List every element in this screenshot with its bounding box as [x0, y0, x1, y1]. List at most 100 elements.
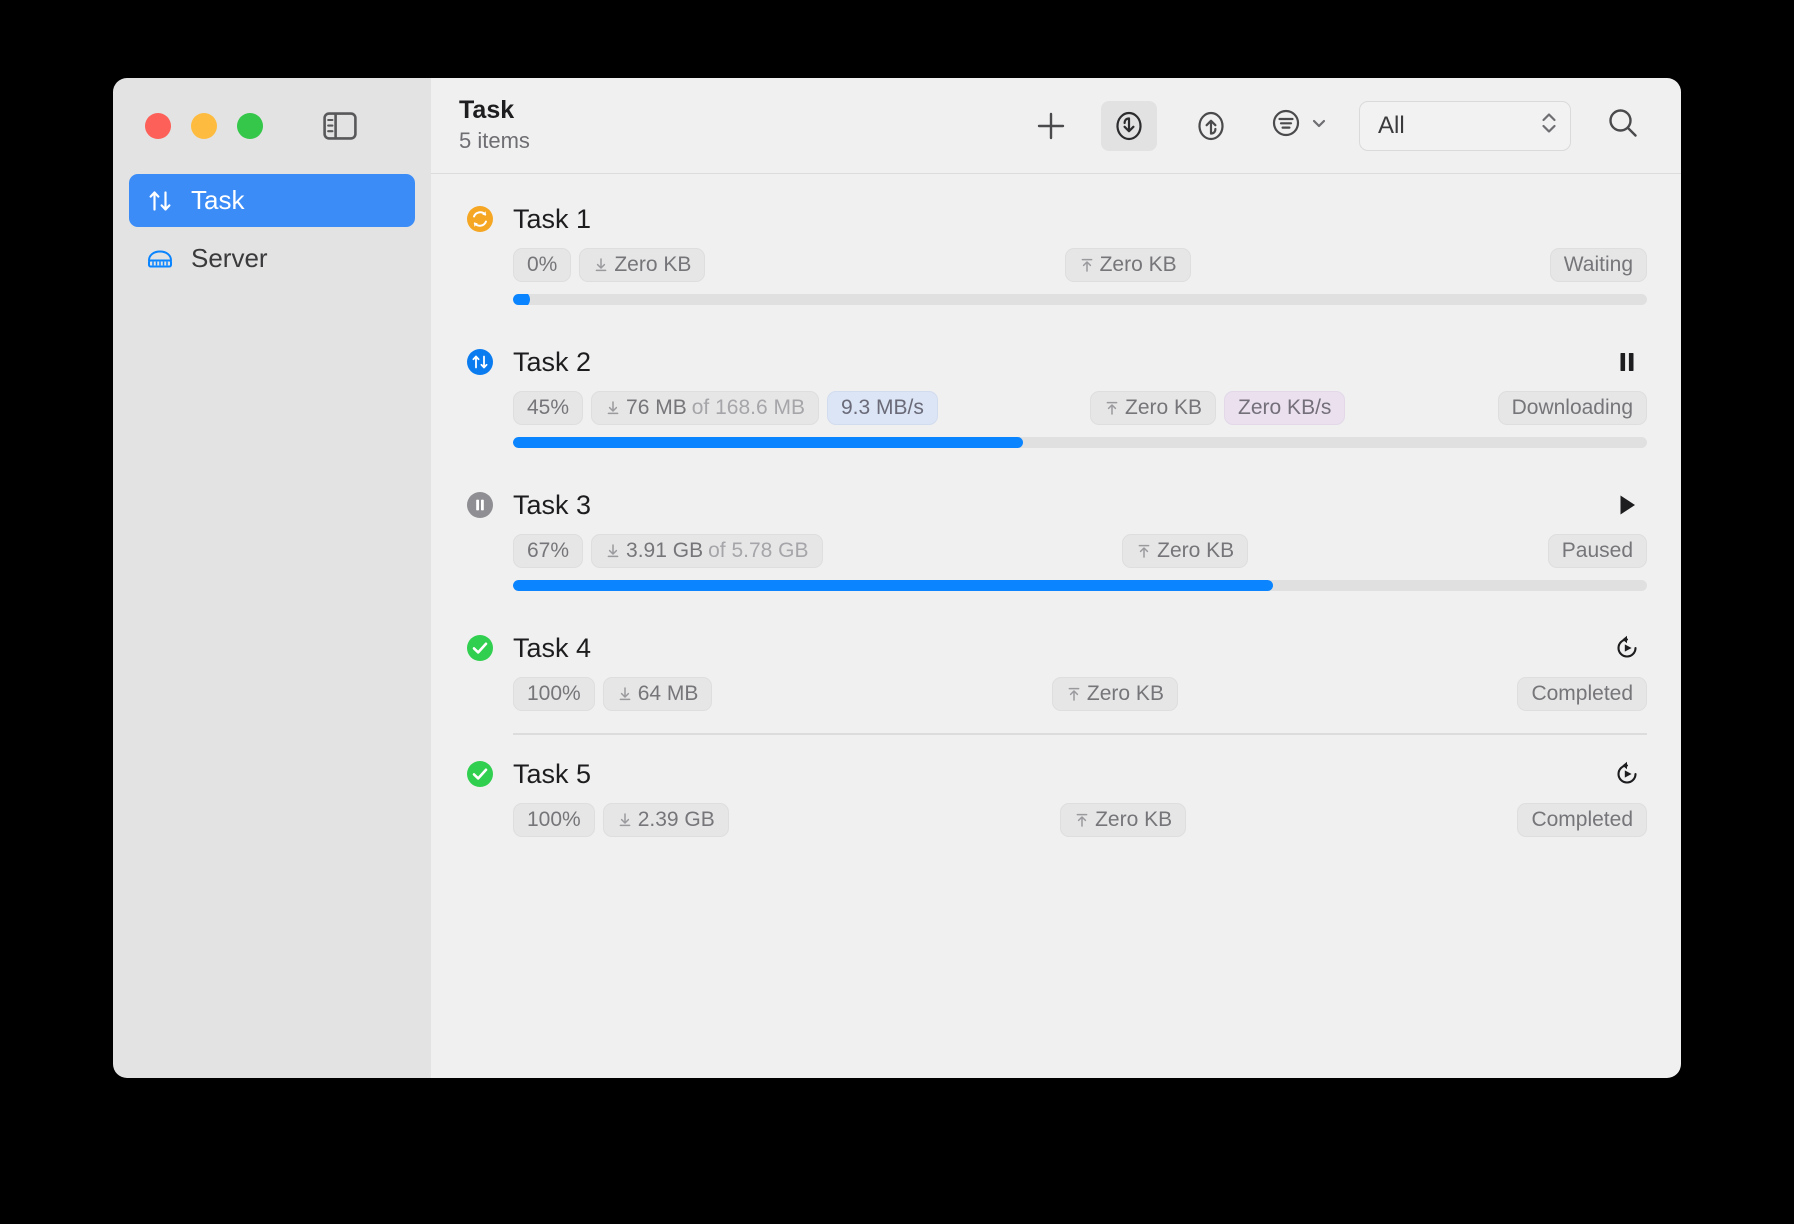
upload-badge: Zero KB	[1122, 534, 1249, 568]
filter-downloads-button[interactable]	[1101, 100, 1157, 151]
task-header: Task 2	[465, 339, 1647, 385]
download-badge: 64 MB	[602, 677, 713, 711]
status-badge: Downloading	[1497, 391, 1648, 425]
download-badge: 2.39 GB	[602, 803, 729, 837]
toolbar-title-block: Task 5 items	[459, 96, 530, 155]
chevron-down-icon	[1309, 113, 1329, 138]
task-header: Task 1	[465, 196, 1647, 242]
upload-arrow-icon	[1076, 813, 1088, 827]
sidebar-item-label: Server	[191, 243, 268, 273]
percent-badge: 100%	[513, 677, 595, 711]
stepper-updown-icon[interactable]	[1538, 106, 1560, 145]
page-title: Task	[459, 95, 515, 124]
download-badge: 3.91 GB of 5.78 GB	[591, 534, 823, 568]
desktop-background: Task Server Task 5 items All Task 1 0% Z…	[0, 0, 1794, 1224]
main-content: Task 5 items All Task 1 0% Zero KB Zero …	[431, 78, 1681, 1078]
filter-select-value: All	[1378, 111, 1405, 139]
upload-amount: Zero KB	[1095, 808, 1173, 831]
task-badges: 100% 64 MB Zero KB Completed	[513, 677, 1648, 711]
task-row[interactable]: Task 4 100% 64 MB Zero KB Completed	[431, 609, 1681, 735]
task-title: Task 2	[513, 346, 592, 377]
sidebar-toggle-icon[interactable]	[321, 107, 359, 145]
transfer-circle-blue-icon	[465, 347, 495, 377]
minimize-window-button[interactable]	[191, 113, 217, 139]
sidebar-nav: Task Server	[113, 174, 431, 285]
task-badges: 45% 76 MB of 168.6 MB 9.3 MB/s Zero KB Z…	[513, 391, 1648, 425]
download-badge: Zero KB	[579, 248, 706, 282]
download-arrow-icon	[619, 813, 631, 827]
play-icon[interactable]	[1607, 485, 1647, 525]
close-window-button[interactable]	[145, 113, 171, 139]
task-row[interactable]: Task 2 45% 76 MB of 168.6 MB 9.3 MB/s Ze…	[431, 323, 1681, 466]
restart-icon[interactable]	[1607, 628, 1647, 668]
search-icon	[1605, 105, 1641, 146]
status-badge: Completed	[1517, 803, 1647, 837]
download-amount: 76 MB	[626, 396, 687, 419]
pause-icon[interactable]	[1607, 342, 1647, 382]
filter-uploads-button[interactable]	[1183, 101, 1239, 151]
status-badge: Paused	[1547, 534, 1648, 568]
task-header: Task 4	[465, 625, 1647, 671]
percent-badge: 0%	[513, 248, 572, 282]
refresh-circle-orange-icon	[465, 204, 495, 234]
task-badges: 67% 3.91 GB of 5.78 GB Zero KB Paused	[513, 534, 1648, 568]
progress-dot	[513, 294, 530, 305]
app-window: Task Server Task 5 items All Task 1 0% Z…	[113, 78, 1681, 1078]
item-count: 5 items	[459, 127, 530, 153]
sort-lines-circle-icon	[1269, 106, 1303, 145]
task-row[interactable]: Task 1 0% Zero KB Zero KB Waiting	[431, 180, 1681, 323]
upload-badge: Zero KB	[1064, 248, 1191, 282]
download-arrow-icon	[596, 258, 607, 272]
task-row[interactable]: Task 5 100% 2.39 GB Zero KB Completed	[431, 735, 1681, 837]
percent-badge: 100%	[513, 803, 595, 837]
upload-amount: Zero KB	[1157, 539, 1235, 562]
download-total: of 168.6 MB	[691, 396, 805, 419]
upload-arrow-icon	[1106, 401, 1118, 415]
progress-bar	[513, 437, 1647, 448]
sidebar-item-server[interactable]: Server	[129, 232, 415, 285]
upload-amount: Zero KB	[1125, 396, 1203, 419]
search-button[interactable]	[1599, 102, 1647, 150]
percent-badge: 67%	[513, 534, 584, 568]
restart-icon[interactable]	[1607, 754, 1647, 794]
server-rack-icon	[145, 244, 175, 274]
task-header: Task 3	[465, 482, 1647, 528]
check-circle-green-icon	[465, 633, 495, 663]
download-badge: 76 MB of 168.6 MB	[591, 391, 819, 425]
task-list: Task 1 0% Zero KB Zero KB Waiting Task 2…	[431, 174, 1681, 1078]
task-row[interactable]: Task 3 67% 3.91 GB of 5.78 GB Zero KB Pa…	[431, 466, 1681, 609]
download-amount: 64 MB	[637, 682, 699, 705]
filter-select[interactable]: All	[1359, 100, 1571, 151]
pause-circle-gray-icon	[465, 490, 495, 520]
check-circle-green-icon	[465, 759, 495, 789]
download-amount: 2.39 GB	[637, 808, 715, 831]
window-controls	[113, 78, 431, 174]
progress-fill	[513, 437, 1024, 448]
sidebar-item-task[interactable]: Task	[129, 174, 415, 227]
download-total: of 5.78 GB	[708, 539, 809, 562]
add-task-button[interactable]	[1023, 101, 1079, 151]
task-title: Task 3	[513, 489, 592, 520]
download-arrow-icon	[607, 544, 619, 558]
upload-amount: Zero KB	[1099, 253, 1177, 276]
download-amount: 3.91 GB	[626, 539, 704, 562]
sidebar-item-label: Task	[191, 185, 245, 215]
maximize-window-button[interactable]	[237, 113, 263, 139]
task-badges: 0% Zero KB Zero KB Waiting	[513, 248, 1648, 282]
upload-badge: Zero KB	[1060, 803, 1187, 837]
upload-amount: Zero KB	[1086, 682, 1164, 705]
task-title: Task 4	[513, 632, 592, 663]
upload-arrow-icon	[1068, 687, 1080, 701]
up-down-arrows-icon	[145, 186, 175, 216]
upload-speed-badge: Zero KB/s	[1224, 391, 1346, 425]
progress-bar	[513, 294, 1647, 305]
download-arrow-icon	[607, 401, 619, 415]
sort-menu-button[interactable]	[1269, 106, 1329, 145]
progress-bar	[513, 580, 1647, 591]
upload-badge: Zero KB	[1090, 391, 1217, 425]
task-badges: 100% 2.39 GB Zero KB Completed	[513, 803, 1647, 837]
download-speed-badge: 9.3 MB/s	[826, 391, 938, 425]
download-amount: Zero KB	[614, 253, 692, 276]
toolbar: Task 5 items All	[431, 78, 1681, 174]
progress-fill	[513, 580, 1273, 591]
